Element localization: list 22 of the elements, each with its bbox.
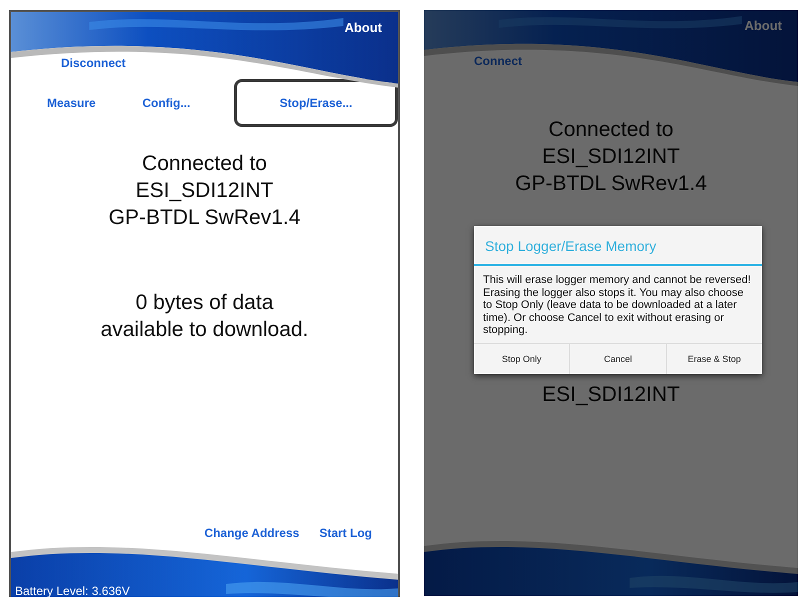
status-text: Connected to	[142, 151, 267, 177]
action-link[interactable]: Change Address	[204, 526, 300, 540]
data-text: 0 bytes of data	[136, 290, 274, 316]
data-text: available to download.	[100, 317, 308, 343]
connection-button[interactable]: Disconnect	[61, 56, 126, 70]
dialog-button[interactable]: Erase & Stop	[666, 344, 762, 374]
dialog-button[interactable]: Stop Only	[474, 344, 570, 374]
nav-button[interactable]: Config...	[139, 79, 194, 127]
status-text: GP-BTDL SwRev1.4	[515, 171, 707, 197]
status-text: ESI_SDI12INT	[542, 144, 680, 170]
status-text: ESI_SDI12INT	[542, 383, 680, 407]
nav-button[interactable]: Measure	[44, 79, 99, 127]
status-text: GP-BTDL SwRev1.4	[108, 205, 300, 231]
status-text: ESI_SDI12INT	[136, 178, 274, 204]
status-text: Connected to	[548, 117, 674, 143]
dialog-message: This will erase logger memory and cannot be reversed! Erasing the logger also stops it. You may also choose to Stop Only (leave data to be downloaded at a later time). Or choose Cancel to exit without erasing or stopping.	[482, 273, 752, 338]
nav-button[interactable]: Stop/Erase...	[234, 79, 398, 127]
action-link[interactable]: Start Log	[319, 526, 372, 540]
about-button[interactable]: About	[744, 18, 782, 33]
about-button[interactable]: About	[344, 20, 382, 35]
dialog-title: Stop Logger/Erase Memory	[474, 226, 762, 266]
dialog-button[interactable]: Cancel	[569, 344, 666, 374]
